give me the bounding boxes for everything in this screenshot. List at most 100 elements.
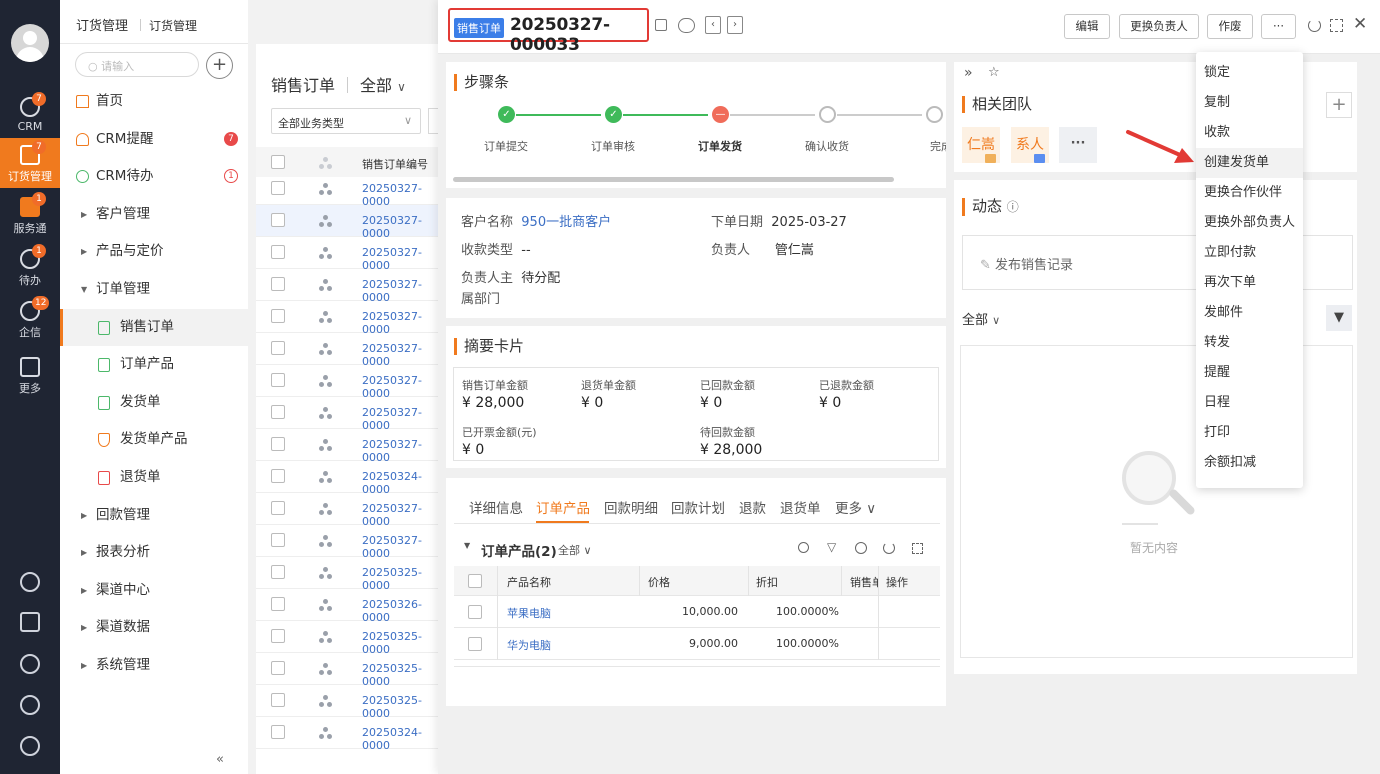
rail-item-more[interactable]: 更多 [0, 350, 60, 400]
menu-item[interactable]: 余额扣减 [1196, 448, 1303, 478]
customer-link[interactable]: 950一批商客户 [521, 215, 611, 230]
rail-item-chat[interactable]: 12 企信 [0, 294, 60, 344]
tab-order-products[interactable]: 订单产品 [536, 497, 590, 517]
list-item[interactable]: 20250327-0000 [256, 397, 446, 432]
list-item[interactable]: 20250327-0000 [256, 269, 446, 304]
list-item[interactable]: 20250324-0000 [256, 717, 446, 752]
row-checkbox[interactable] [271, 277, 285, 291]
breadcrumb-app[interactable]: 订货管理 [76, 19, 128, 34]
nav-item-return[interactable]: 退货单 [60, 459, 248, 496]
list-item[interactable]: 20250326-0000 [256, 589, 446, 624]
help-icon[interactable] [20, 572, 40, 592]
void-button[interactable]: 作废 [1207, 14, 1253, 39]
menu-item[interactable]: 更换外部负责人 [1196, 208, 1303, 238]
breadcrumb-page[interactable]: 订货管理 [149, 19, 197, 33]
business-type-select[interactable]: 全部业务类型 ∨ [271, 108, 421, 134]
list-item[interactable]: 20250325-0000 [256, 621, 446, 656]
activity-filter-dropdown[interactable]: 全部 ∨ [962, 309, 1000, 328]
nav-search-input[interactable]: ○ 请输入 [75, 52, 199, 77]
list-item[interactable]: 20250327-0000 [256, 365, 446, 400]
row-checkbox[interactable] [271, 181, 285, 195]
row-checkbox[interactable] [271, 373, 285, 387]
nav-item-customer[interactable]: ▶ 客户管理 [60, 196, 248, 233]
col-actions[interactable]: 操作 [886, 574, 908, 590]
menu-item[interactable]: 立即付款 [1196, 238, 1303, 268]
collapse-nav-button[interactable]: « [216, 752, 224, 767]
pin-icon[interactable]: ☆ [988, 65, 1000, 80]
list-item[interactable]: 20250324-0000 [256, 461, 446, 496]
products-scope-dropdown[interactable]: 全部 ∨ [558, 542, 592, 558]
team-more-button[interactable]: ··· [1059, 127, 1097, 163]
menu-item[interactable]: 更换合作伙伴 [1196, 178, 1303, 208]
col-product-name[interactable]: 产品名称 [507, 574, 551, 590]
clock-icon[interactable] [20, 654, 40, 674]
list-item[interactable]: 20250327-0000 [256, 301, 446, 336]
tag-icon[interactable] [678, 18, 695, 33]
filter-icon[interactable]: ▽ [827, 540, 836, 554]
lock-icon[interactable] [655, 19, 667, 31]
nav-item-report[interactable]: ▶ 报表分析 [60, 534, 248, 571]
row-checkbox[interactable] [468, 637, 482, 651]
order-number-link[interactable]: 20250324-0000 [362, 726, 446, 752]
expand-icon[interactable] [912, 543, 923, 554]
menu-item[interactable]: 复制 [1196, 88, 1303, 118]
more-actions-button[interactable]: ··· [1261, 14, 1296, 39]
nav-item-crm-reminder[interactable]: CRM提醒 7 [60, 121, 248, 158]
row-checkbox[interactable] [271, 725, 285, 739]
select-all-checkbox[interactable] [468, 574, 482, 588]
table-row[interactable]: 华为电脑 9,000.00 100.0000% [454, 628, 940, 660]
row-checkbox[interactable] [271, 661, 285, 675]
row-checkbox[interactable] [271, 309, 285, 323]
search-icon[interactable] [798, 542, 809, 553]
row-checkbox[interactable] [271, 437, 285, 451]
change-owner-button[interactable]: 更换负责人 [1119, 14, 1199, 39]
menu-item[interactable]: 锁定 [1196, 58, 1303, 88]
document-icon[interactable] [20, 612, 40, 632]
menu-item[interactable]: 发邮件 [1196, 298, 1303, 328]
list-item[interactable]: 20250325-0000 [256, 653, 446, 688]
tab-payment-plan[interactable]: 回款计划 [671, 497, 725, 517]
tab-payment-detail[interactable]: 回款明细 [604, 497, 658, 517]
team-member-chip[interactable]: 仁嵩 [962, 127, 1000, 163]
help-circle-icon[interactable]: ⓘ [1007, 200, 1019, 214]
settings-gear-icon[interactable] [20, 736, 40, 756]
edit-button[interactable]: 编辑 [1064, 14, 1110, 39]
team-member-chip[interactable]: 系人 [1011, 127, 1049, 163]
nav-item-channel-data[interactable]: ▶ 渠道数据 [60, 609, 248, 646]
rail-item-order-mgmt[interactable]: 7 订货管理 [0, 138, 60, 188]
list-item[interactable]: 20250327-0000 [256, 237, 446, 272]
product-name-link[interactable]: 华为电脑 [507, 637, 551, 653]
tab-detail[interactable]: 详细信息 [469, 497, 523, 517]
product-name-link[interactable]: 苹果电脑 [507, 605, 551, 621]
menu-item[interactable]: 提醒 [1196, 358, 1303, 388]
funnel-filter-icon[interactable]: ▼ [1326, 305, 1352, 331]
nav-item-product-pricing[interactable]: ▶ 产品与定价 [60, 233, 248, 270]
nav-item-home[interactable]: 首页 [60, 83, 248, 120]
rail-item-service[interactable]: 1 服务通 [0, 190, 60, 240]
list-item[interactable]: 20250327-0000 [256, 429, 446, 464]
horizontal-scrollbar[interactable] [453, 177, 894, 182]
collapse-right-icon[interactable]: » [964, 65, 973, 81]
nav-item-channel-center[interactable]: ▶ 渠道中心 [60, 572, 248, 609]
menu-item[interactable]: 转发 [1196, 328, 1303, 358]
row-checkbox[interactable] [271, 341, 285, 355]
nav-add-button[interactable]: + [206, 52, 233, 79]
nav-item-crm-todo[interactable]: CRM待办 1 [60, 158, 248, 195]
nav-item-order-product[interactable]: 订单产品 [60, 346, 248, 383]
menu-item[interactable]: 打印 [1196, 418, 1303, 448]
list-item[interactable]: 20250325-0000 [256, 685, 446, 720]
col-sales[interactable]: 销售单 [850, 574, 878, 590]
col-header-number[interactable]: 销售订单编号 [362, 156, 428, 172]
row-checkbox[interactable] [271, 405, 285, 419]
close-icon[interactable]: ✕ [1353, 14, 1367, 34]
row-checkbox[interactable] [271, 597, 285, 611]
refresh-icon[interactable] [1308, 19, 1321, 32]
row-checkbox[interactable] [271, 213, 285, 227]
list-item[interactable]: 20250325-0000 [256, 557, 446, 592]
menu-item[interactable]: 收款 [1196, 118, 1303, 148]
row-checkbox[interactable] [271, 629, 285, 643]
nav-item-payment[interactable]: ▶ 回款管理 [60, 497, 248, 534]
row-checkbox[interactable] [271, 501, 285, 515]
tab-refund[interactable]: 退款 [739, 497, 766, 517]
add-team-member-button[interactable]: + [1326, 92, 1352, 118]
